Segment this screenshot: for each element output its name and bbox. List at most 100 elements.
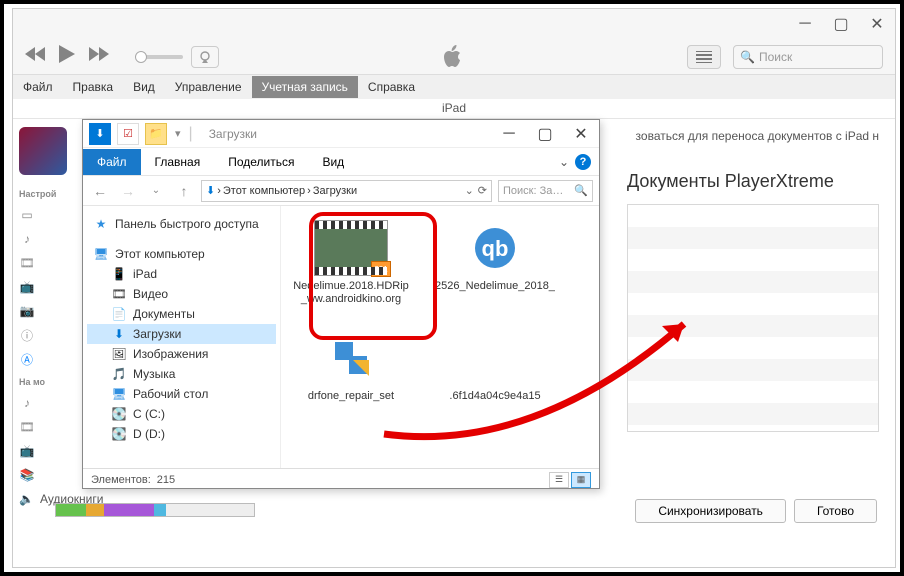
qat-properties-button[interactable]: ☑ [117, 123, 139, 145]
nav-item-documents[interactable]: 📄Документы [87, 304, 276, 324]
nav-item-video[interactable]: 🎞Видео [87, 284, 276, 304]
nav-item-desktop[interactable]: 🖥Рабочий стол [87, 384, 276, 404]
maximize-button[interactable]: ▢ [823, 9, 859, 39]
close-button[interactable]: ✕ [563, 120, 599, 148]
nav-quick-access[interactable]: ★Панель быстрого доступа [87, 214, 276, 234]
nav-label: Рабочий стол [133, 387, 208, 401]
address-dropdown-icon[interactable]: ⌄ [465, 184, 474, 197]
list-item[interactable] [628, 205, 878, 227]
sidebar-item-tv[interactable]: 📺 [19, 277, 67, 297]
explorer-body: ★Панель быстрого доступа 🖥 Этот компьютер… [83, 206, 599, 468]
ribbon-tab-view[interactable]: Вид [308, 149, 358, 175]
prev-track-icon[interactable] [25, 47, 45, 66]
list-item[interactable] [628, 337, 878, 359]
apple-logo-icon [235, 45, 671, 69]
sidebar-item-books[interactable]: 📚 [19, 465, 67, 485]
apps-icon: Ⓐ [19, 351, 35, 367]
window-controls: ─ ▢ ✕ [491, 120, 599, 148]
address-bar[interactable]: ⬇ › Этот компьютер › Загрузки ⌄ ⟳ [201, 180, 492, 202]
explorer-window: ⬇ ☑ 📁 ▾ | Загрузки ─ ▢ ✕ Файл Главная По… [82, 119, 600, 489]
search-input[interactable]: 🔍 Поиск [733, 45, 883, 69]
sidebar-item-apps[interactable]: Ⓐ [19, 349, 67, 369]
sidebar-item-info[interactable]: ⓘ [19, 325, 67, 345]
drive-icon: 💽 [111, 406, 127, 422]
next-track-icon[interactable] [89, 47, 109, 66]
movie-icon: 🎞 [19, 419, 35, 435]
list-item[interactable] [628, 403, 878, 425]
file-item-generic[interactable]: .6f1d4a04c9e4a15 [435, 330, 555, 403]
sidebar-item-movies2[interactable]: 🎞 [19, 417, 67, 437]
minimize-button[interactable]: ─ [491, 120, 527, 148]
nav-recent-button[interactable]: ⌄ [145, 180, 167, 202]
maximize-button[interactable]: ▢ [527, 120, 563, 148]
mpc-badge-icon: 321 [371, 261, 391, 277]
documents-list[interactable] [627, 204, 879, 432]
sidebar-item-photos[interactable]: 📷 [19, 301, 67, 321]
nav-back-button[interactable]: ← [89, 180, 111, 202]
nav-item-ipad[interactable]: 📱iPad [87, 264, 276, 284]
documents-icon: 📄 [111, 306, 127, 322]
sync-button[interactable]: Синхронизировать [635, 499, 786, 523]
menu-file[interactable]: Файл [13, 76, 63, 98]
qat-down-arrow-icon[interactable]: ⬇ [89, 123, 111, 145]
nav-item-downloads[interactable]: ⬇Загрузки [87, 324, 276, 344]
device-header: iPad [13, 99, 895, 119]
nav-item-drive-c[interactable]: 💽C (C:) [87, 404, 276, 424]
sidebar-item-movies[interactable]: 🎞 [19, 253, 67, 273]
menu-controls[interactable]: Управление [165, 76, 252, 98]
menu-account[interactable]: Учетная запись [252, 76, 358, 98]
pc-icon: 🖥 [93, 246, 109, 262]
nav-forward-button[interactable]: → [117, 180, 139, 202]
file-item-video[interactable]: 321 Nedelimue.2018.HDRip_ww.androidkino.… [291, 220, 411, 306]
minimize-button[interactable]: ─ [787, 9, 823, 39]
breadcrumb-root[interactable]: Этот компьютер › [223, 185, 311, 197]
sidebar-settings-label: Настрой [19, 189, 67, 199]
menu-view[interactable]: Вид [123, 76, 165, 98]
sidebar-item-summary[interactable]: ▭ [19, 205, 67, 225]
help-icon[interactable]: ? [575, 154, 591, 170]
list-item[interactable] [628, 381, 878, 403]
nav-up-button[interactable]: ↑ [173, 180, 195, 202]
storage-segment [154, 504, 166, 516]
explorer-file-pane[interactable]: 321 Nedelimue.2018.HDRip_ww.androidkino.… [281, 206, 599, 468]
nav-this-pc[interactable]: 🖥 Этот компьютер [87, 244, 276, 264]
nav-item-pictures[interactable]: 🖼Изображения [87, 344, 276, 364]
menu-edit[interactable]: Правка [63, 76, 124, 98]
list-view-button[interactable] [687, 45, 721, 69]
ribbon-tab-home[interactable]: Главная [141, 149, 215, 175]
view-icons-button[interactable]: ▦ [571, 472, 591, 488]
chevron-down-icon[interactable]: ⌄ [559, 155, 569, 169]
sidebar-item-tv2[interactable]: 📺 [19, 441, 67, 461]
play-icon[interactable] [59, 45, 75, 68]
nav-item-drive-d[interactable]: 💽D (D:) [87, 424, 276, 444]
list-item[interactable] [628, 227, 878, 249]
explorer-search-input[interactable]: Поиск: За… 🔍 [498, 180, 593, 202]
device-thumbnail[interactable] [19, 127, 67, 175]
list-item[interactable] [628, 271, 878, 293]
ribbon-tab-file[interactable]: Файл [83, 149, 141, 175]
ribbon-tab-share[interactable]: Поделиться [214, 149, 308, 175]
nav-label: iPad [133, 267, 157, 281]
breadcrumb-folder[interactable]: Загрузки [313, 185, 357, 197]
nav-label: Этот компьютер [115, 247, 205, 261]
airplay-button[interactable] [191, 46, 219, 68]
sidebar-item-music[interactable]: ♪ [19, 229, 67, 249]
list-item[interactable] [628, 293, 878, 315]
list-item[interactable] [628, 359, 878, 381]
audiobooks-icon: 🔈 [19, 491, 34, 507]
volume-slider[interactable] [135, 55, 183, 59]
qat-overflow-icon[interactable]: ▾ [173, 127, 183, 140]
close-button[interactable]: ✕ [859, 9, 895, 39]
menu-help[interactable]: Справка [358, 76, 425, 98]
list-item[interactable] [628, 315, 878, 337]
file-item-drfone[interactable]: drfone_repair_set [291, 330, 411, 403]
sidebar-item-music2[interactable]: ♪ [19, 393, 67, 413]
file-item-torrent[interactable]: qb 2526_Nedelimue_2018_ [435, 220, 555, 306]
nav-item-music[interactable]: 🎵Музыка [87, 364, 276, 384]
volume-controls [135, 46, 219, 68]
refresh-icon[interactable]: ⟳ [478, 184, 487, 197]
qat-folder-icon[interactable]: 📁 [145, 123, 167, 145]
list-item[interactable] [628, 249, 878, 271]
done-button[interactable]: Готово [794, 499, 877, 523]
view-details-button[interactable]: ☰ [549, 472, 569, 488]
